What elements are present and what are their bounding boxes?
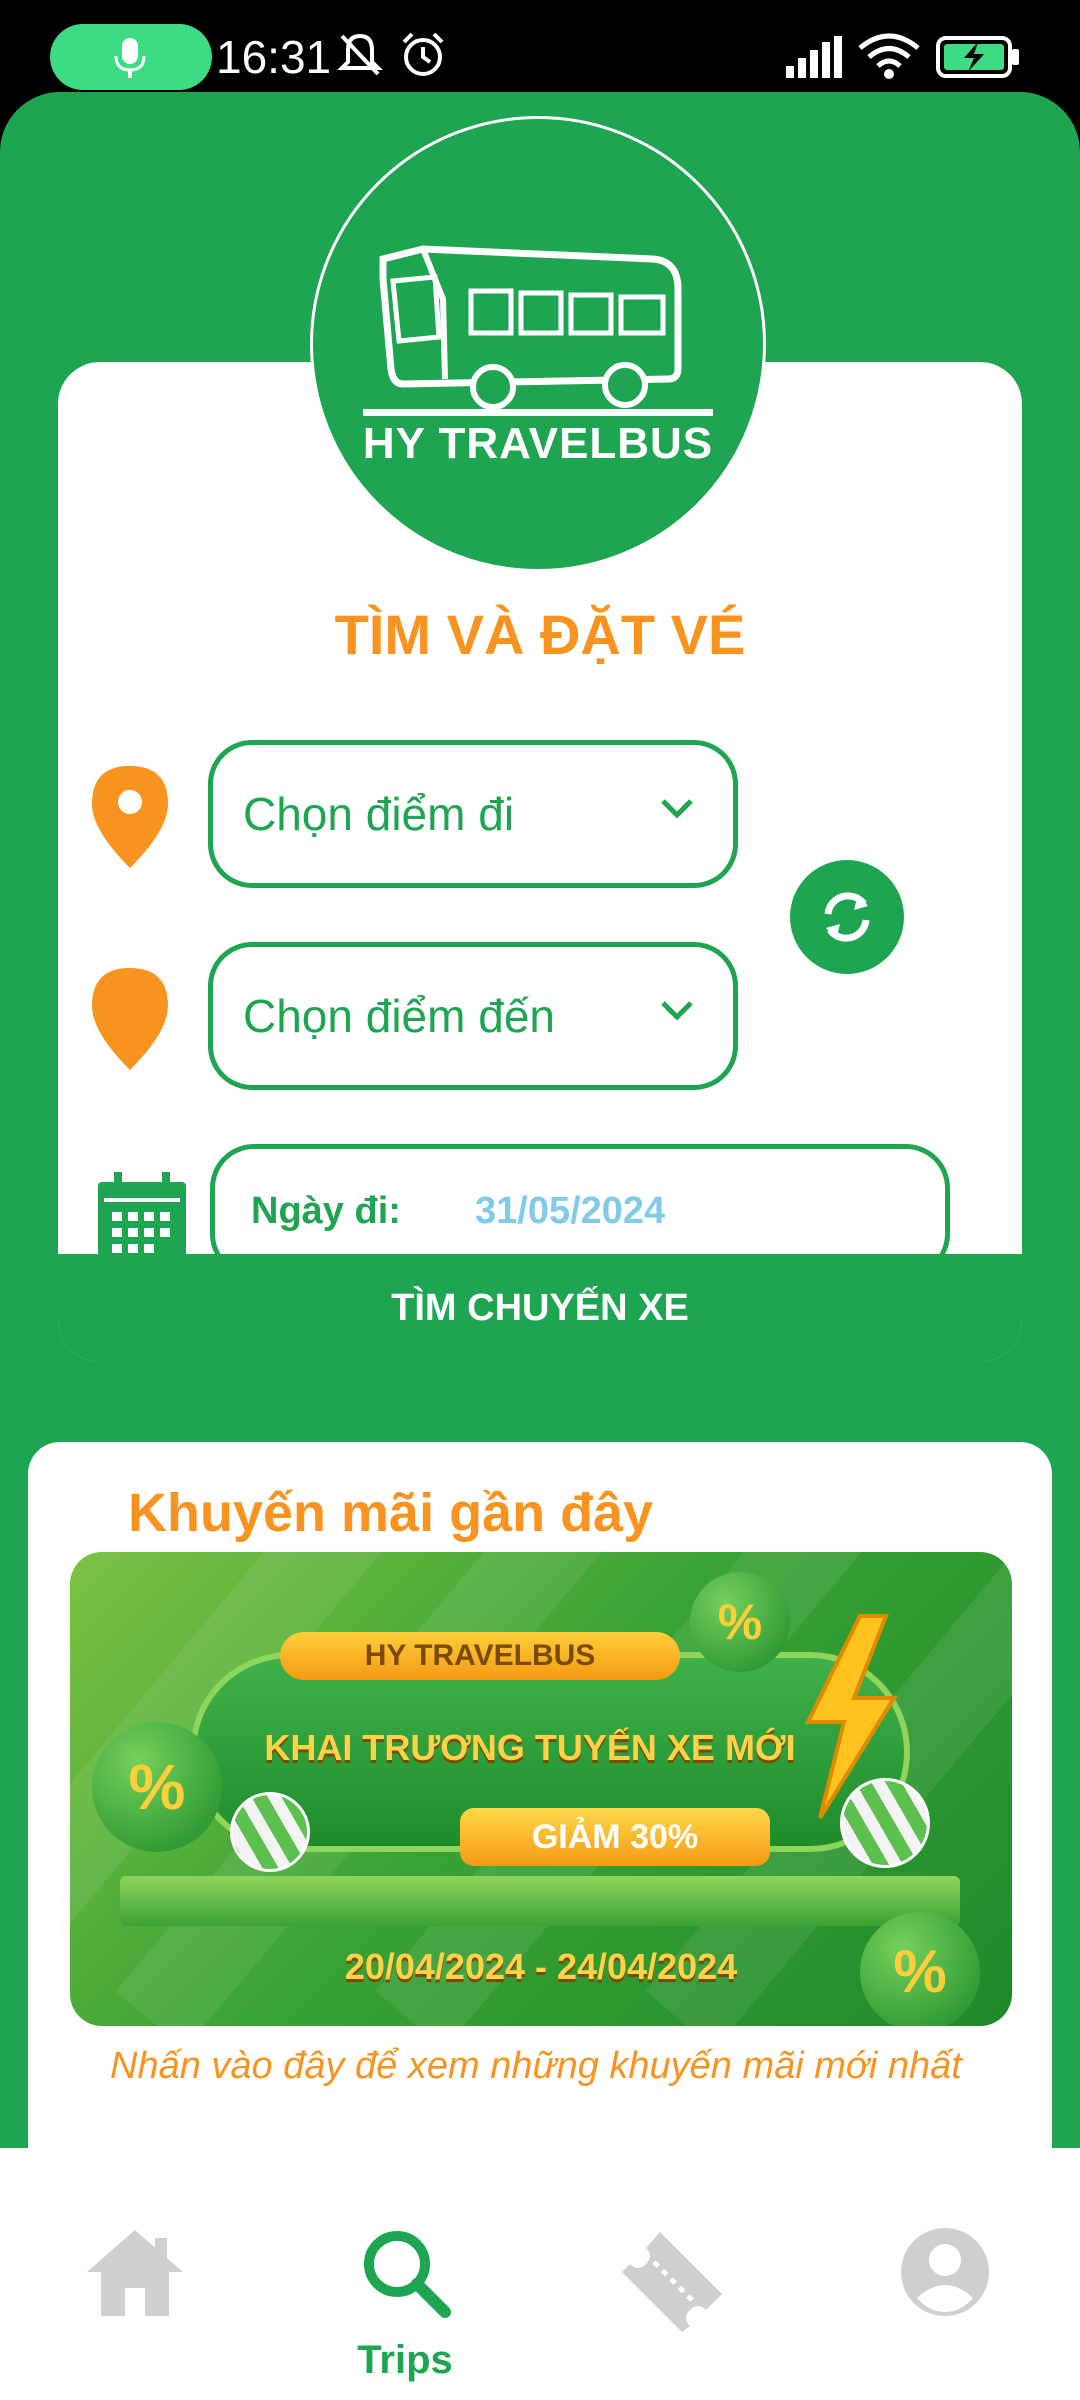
app-screen: HY TRAVELBUS TÌM VÀ ĐẶT VÉ Chọn điểm đi … xyxy=(0,92,1080,2400)
percent-badge-icon: % xyxy=(690,1572,790,1672)
alarm-icon xyxy=(402,32,444,76)
ticket-icon xyxy=(622,2232,722,2332)
search-icon xyxy=(364,2231,451,2318)
signal-icon xyxy=(786,36,842,78)
swap-locations-button[interactable] xyxy=(790,860,904,974)
origin-select[interactable]: Chọn điểm đi xyxy=(208,740,738,888)
nav-tickets[interactable] xyxy=(590,2148,760,2400)
destination-select-label: Chọn điểm đến xyxy=(243,990,555,1042)
origin-select-label: Chọn điểm đi xyxy=(243,788,515,840)
chevron-down-icon xyxy=(661,1001,693,1021)
status-bar: 16:31 xyxy=(0,0,1080,92)
ball-decoration xyxy=(230,1792,310,1872)
account-icon xyxy=(901,2228,989,2316)
lightning-icon xyxy=(804,1614,898,1820)
search-trips-button[interactable]: TÌM CHUYẾN XE xyxy=(58,1254,1022,1362)
notifications-off-icon xyxy=(337,33,383,76)
date-label: Ngày đi: xyxy=(251,1189,401,1232)
brand-name: HY TRAVELBUS xyxy=(362,419,714,468)
date-value: 31/05/2024 xyxy=(475,1189,666,1232)
destination-select[interactable]: Chọn điểm đến xyxy=(208,942,738,1090)
bottom-navigation: Trips xyxy=(0,2148,1080,2400)
status-time: 16:31 xyxy=(216,31,332,83)
banner-discount: GIẢM 30% xyxy=(460,1808,770,1866)
search-card-title: TÌM VÀ ĐẶT VÉ xyxy=(334,603,746,666)
brand-logo: HY TRAVELBUS xyxy=(310,116,766,572)
swap-icon xyxy=(824,892,870,942)
promotions-link[interactable]: Nhấn vào đây để xem những khuyến mãi mới… xyxy=(110,2042,990,2090)
nav-home[interactable] xyxy=(50,2148,220,2400)
origin-pin-icon xyxy=(92,766,168,868)
wifi-icon xyxy=(858,33,920,79)
banner-platform xyxy=(120,1876,960,1926)
banner-headline: KHAI TRƯƠNG TUYẾN XE MỚI xyxy=(264,1727,796,1768)
promotions-card: Khuyến mãi gần đây HY TRAVELBUS KHAI TRƯ… xyxy=(28,1442,1052,2262)
promotions-title: Khuyến mãi gần đây xyxy=(128,1483,654,1543)
banner-brand: HY TRAVELBUS xyxy=(280,1632,680,1680)
destination-pin-icon xyxy=(92,968,168,1070)
microphone-icon xyxy=(114,38,146,78)
chevron-down-icon xyxy=(661,799,693,819)
home-icon xyxy=(87,2230,183,2316)
promotion-banner[interactable]: HY TRAVELBUS KHAI TRƯƠNG TUYẾN XE MỚI GI… xyxy=(70,1552,1012,2026)
nav-account[interactable] xyxy=(860,2148,1030,2400)
percent-badge-icon: % xyxy=(860,1912,980,2026)
calendar-icon xyxy=(98,1172,186,1260)
bus-icon xyxy=(363,245,713,416)
percent-badge-icon: % xyxy=(92,1722,222,1852)
battery-charging-icon xyxy=(936,36,1019,78)
nav-trips[interactable]: Trips xyxy=(320,2148,490,2400)
nav-trips-label: Trips xyxy=(357,2338,453,2382)
mic-indicator xyxy=(50,24,212,90)
